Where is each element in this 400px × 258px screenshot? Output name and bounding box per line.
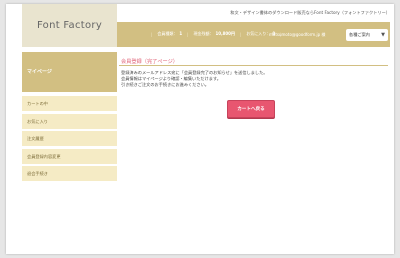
completion-message: 登録済みのメールアドレス宛に「会員登録完了のお知らせ」を送信しました。 会員情報… (117, 66, 390, 89)
info-menu-label: 各種ご案内 (349, 32, 370, 37)
account-stats: | 会員種類： 1 | 現金残額： 10,800円 | お気に入り： 0 | (151, 31, 281, 37)
sidebar-item-cart[interactable]: カートの中 (22, 96, 117, 111)
page: Font Factory 和文・デザイン書体のダウンロード販売ならFont Fa… (6, 4, 394, 254)
sidebar-item-unsubscribe[interactable]: 退会手続き (22, 166, 117, 181)
message-line: 引き続きご注文のお手続きにお進みください。 (121, 82, 209, 88)
info-menu-button[interactable]: 各種ご案内 ▼ (346, 29, 388, 41)
site-tagline: 和文・デザイン書体のダウンロード販売ならFont Factory（フォントファク… (230, 10, 390, 15)
sidebar: マイページ カートの中 お気に入り 注文履歴 会員登録内容変更 退会手続き (22, 52, 117, 184)
stats-separator: | (187, 31, 189, 37)
logo-text: Font Factory (36, 20, 103, 31)
back-to-cart-button[interactable]: カートへ戻る (227, 100, 275, 118)
sidebar-item-edit-profile[interactable]: 会員登録内容変更 (22, 148, 117, 164)
stat-label: 現金残額： (193, 31, 214, 36)
stat-membership: 会員種類： 1 (157, 31, 182, 37)
stat-value: 10,800円 (215, 31, 235, 36)
stat-label: 会員種類： (157, 31, 178, 36)
sidebar-heading[interactable]: マイページ (22, 52, 117, 92)
logo[interactable]: Font Factory (22, 4, 117, 47)
page-title: 会員登録（完了ページ） (121, 59, 178, 65)
stat-value: 1 (179, 31, 183, 36)
header-bar: | 会員種類： 1 | 現金残額： 10,800円 | お気に入り： 0 | m… (117, 22, 390, 47)
chevron-down-icon: ▼ (381, 32, 385, 38)
sidebar-item-favorites[interactable]: お気に入り (22, 113, 117, 129)
main-content: 会員登録（完了ページ） 登録済みのメールアドレス宛に「会員登録完了のお知らせ」を… (117, 52, 390, 118)
stats-separator: | (151, 31, 153, 37)
sidebar-item-order-history[interactable]: 注文履歴 (22, 131, 117, 146)
stat-balance: 現金残額： 10,800円 (194, 31, 235, 37)
stats-separator: | (239, 31, 242, 37)
user-email: matsumoto@goodform.jp 様 (269, 32, 326, 37)
stat-label: お気に入り： (246, 31, 271, 36)
